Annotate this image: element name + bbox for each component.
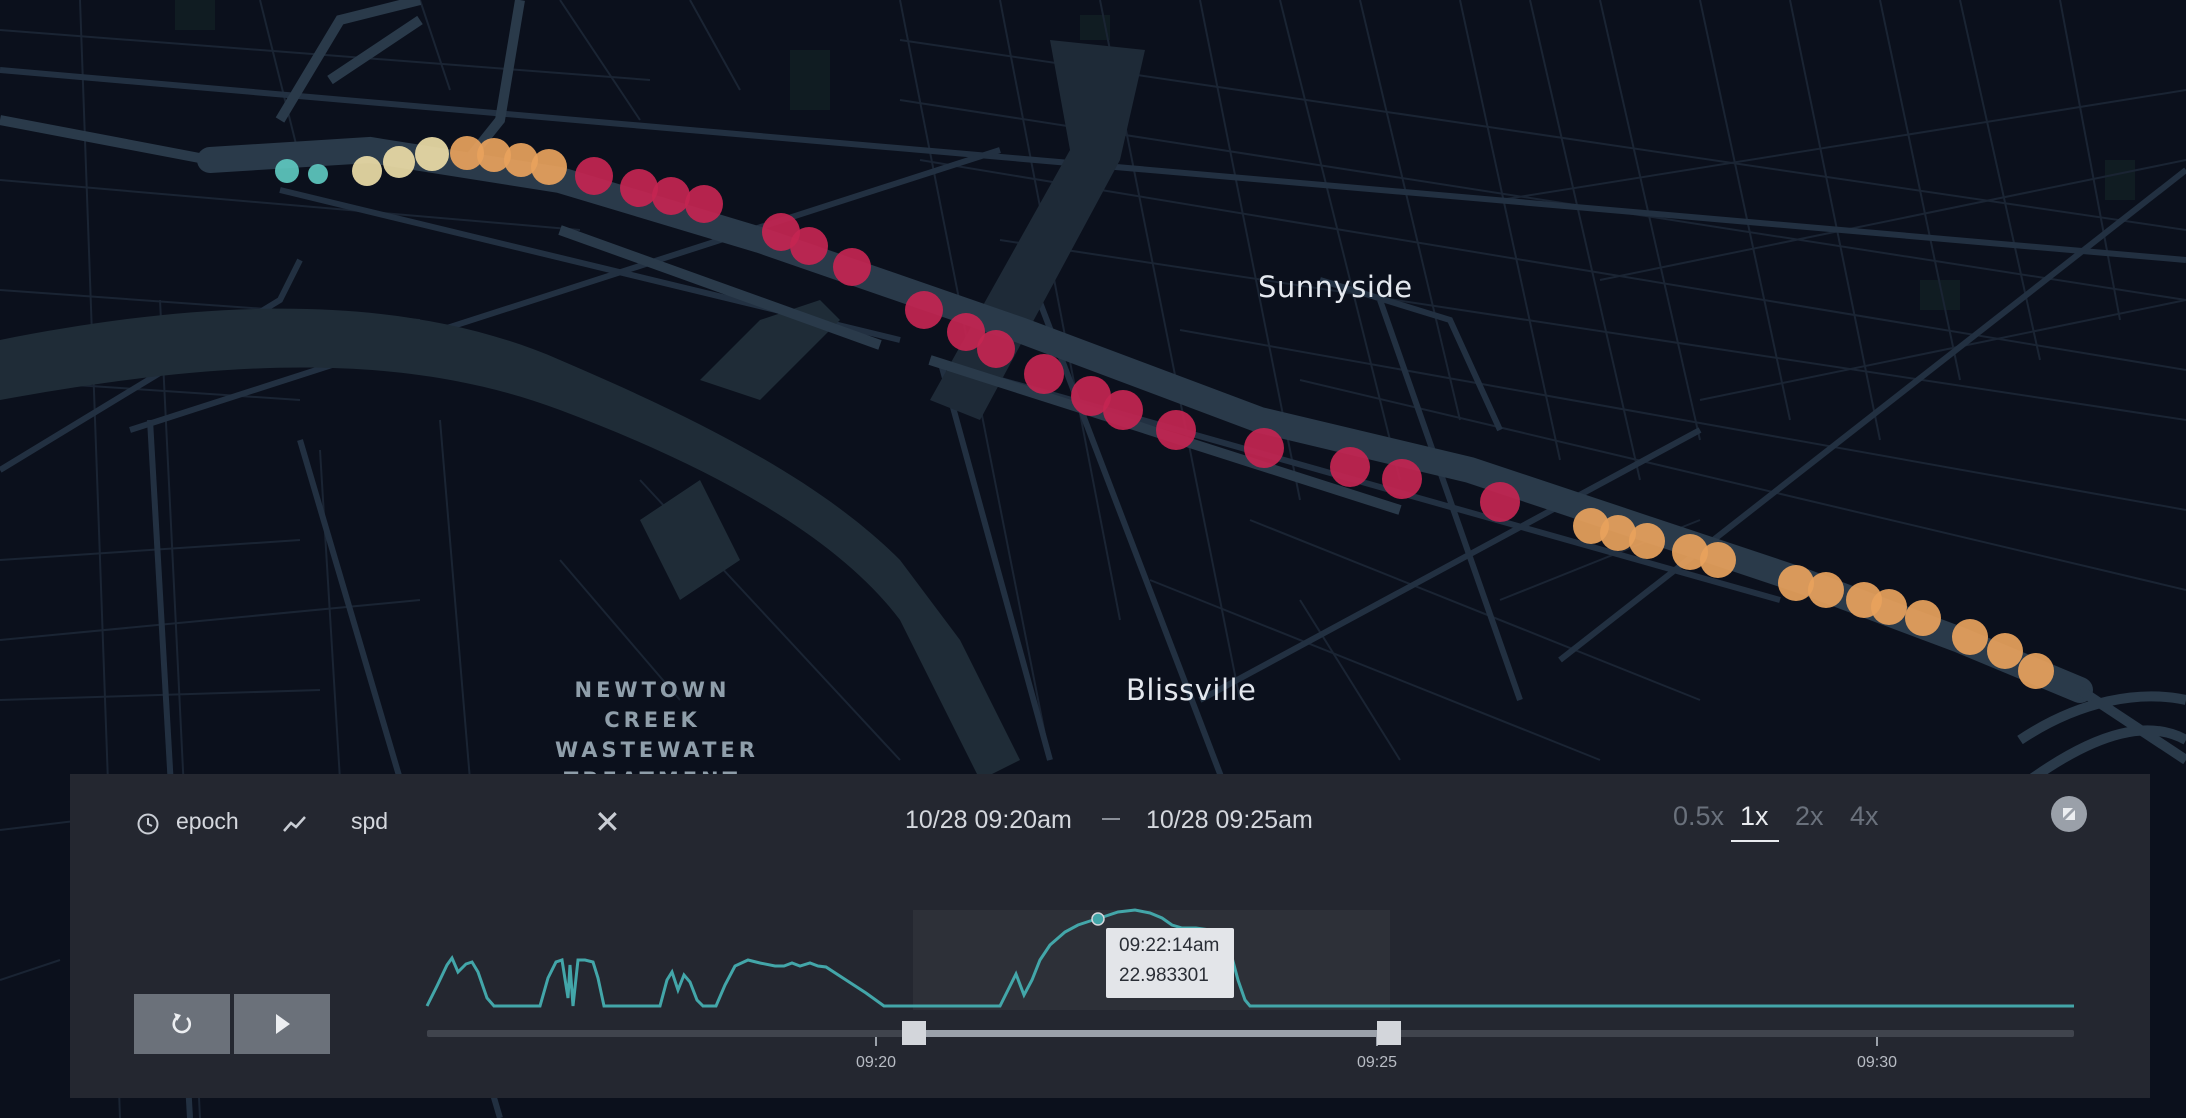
trip-point (1987, 633, 2023, 669)
tick-label: 09:30 (1856, 1054, 1898, 1071)
trip-point (1024, 354, 1064, 394)
poi-line: NEWTOWN (574, 678, 731, 702)
fullscreen-icon (2063, 808, 2075, 820)
trip-point (977, 330, 1015, 368)
speed-option-4x[interactable]: 4x (1850, 801, 1879, 832)
trip-point (1905, 600, 1941, 636)
trip-point (575, 157, 613, 195)
speed-option-2x[interactable]: 2x (1795, 801, 1824, 832)
active-speed-indicator (1731, 840, 1779, 842)
trip-point (1629, 523, 1665, 559)
trip-point (1330, 447, 1370, 487)
tick-label: 09:25 (1356, 1054, 1398, 1071)
trip-point (352, 156, 382, 186)
trip-point (275, 159, 299, 183)
close-icon[interactable]: ✕ (594, 805, 621, 839)
hover-tooltip: 09:22:14am 22.983301 (1106, 928, 1234, 998)
trip-point (308, 164, 328, 184)
range-separator (1102, 818, 1120, 820)
trip-point (1480, 482, 1520, 522)
trip-point (652, 177, 690, 215)
play-button[interactable] (234, 994, 330, 1054)
trip-point (1244, 428, 1284, 468)
trip-point (1382, 459, 1422, 499)
poi-line: WASTEWATER (555, 738, 759, 762)
place-label-blissville: Blissville (1126, 673, 1257, 707)
trip-point (1871, 589, 1907, 625)
trip-point (1103, 390, 1143, 430)
tick-label: 09:20 (855, 1054, 897, 1071)
place-label-sunnyside: Sunnyside (1258, 270, 1413, 304)
reset-button[interactable] (134, 994, 230, 1054)
trip-point (1808, 572, 1844, 608)
trip-point (1778, 565, 1814, 601)
trip-point (685, 185, 723, 223)
trip-point (2018, 653, 2054, 689)
play-icon (276, 1014, 290, 1034)
trip-point (1700, 542, 1736, 578)
range-start-time: 10/28 09:20am (905, 806, 1072, 834)
trip-point (383, 146, 415, 178)
reset-icon (172, 1013, 192, 1034)
trip-point (833, 248, 871, 286)
tooltip-time: 09:22:14am (1119, 935, 1220, 956)
clock-icon (137, 813, 159, 835)
value-field-label[interactable]: spd (351, 808, 388, 835)
trip-point (905, 291, 943, 329)
trend-line-icon (283, 816, 306, 832)
trip-point (415, 137, 449, 171)
tooltip-value: 22.983301 (1119, 965, 1209, 986)
trip-point (790, 227, 828, 265)
fullscreen-button[interactable] (2051, 796, 2087, 832)
speed-option-0-5x[interactable]: 0.5x (1673, 801, 1724, 832)
range-end-time: 10/28 09:25am (1146, 806, 1313, 834)
trip-point (1952, 619, 1988, 655)
trip-point (620, 169, 658, 207)
trip-point (531, 149, 567, 185)
trip-point (1156, 410, 1196, 450)
speed-option-1x[interactable]: 1x (1740, 801, 1769, 832)
time-field-label[interactable]: epoch (176, 808, 239, 835)
poi-line: CREEK (604, 708, 701, 732)
